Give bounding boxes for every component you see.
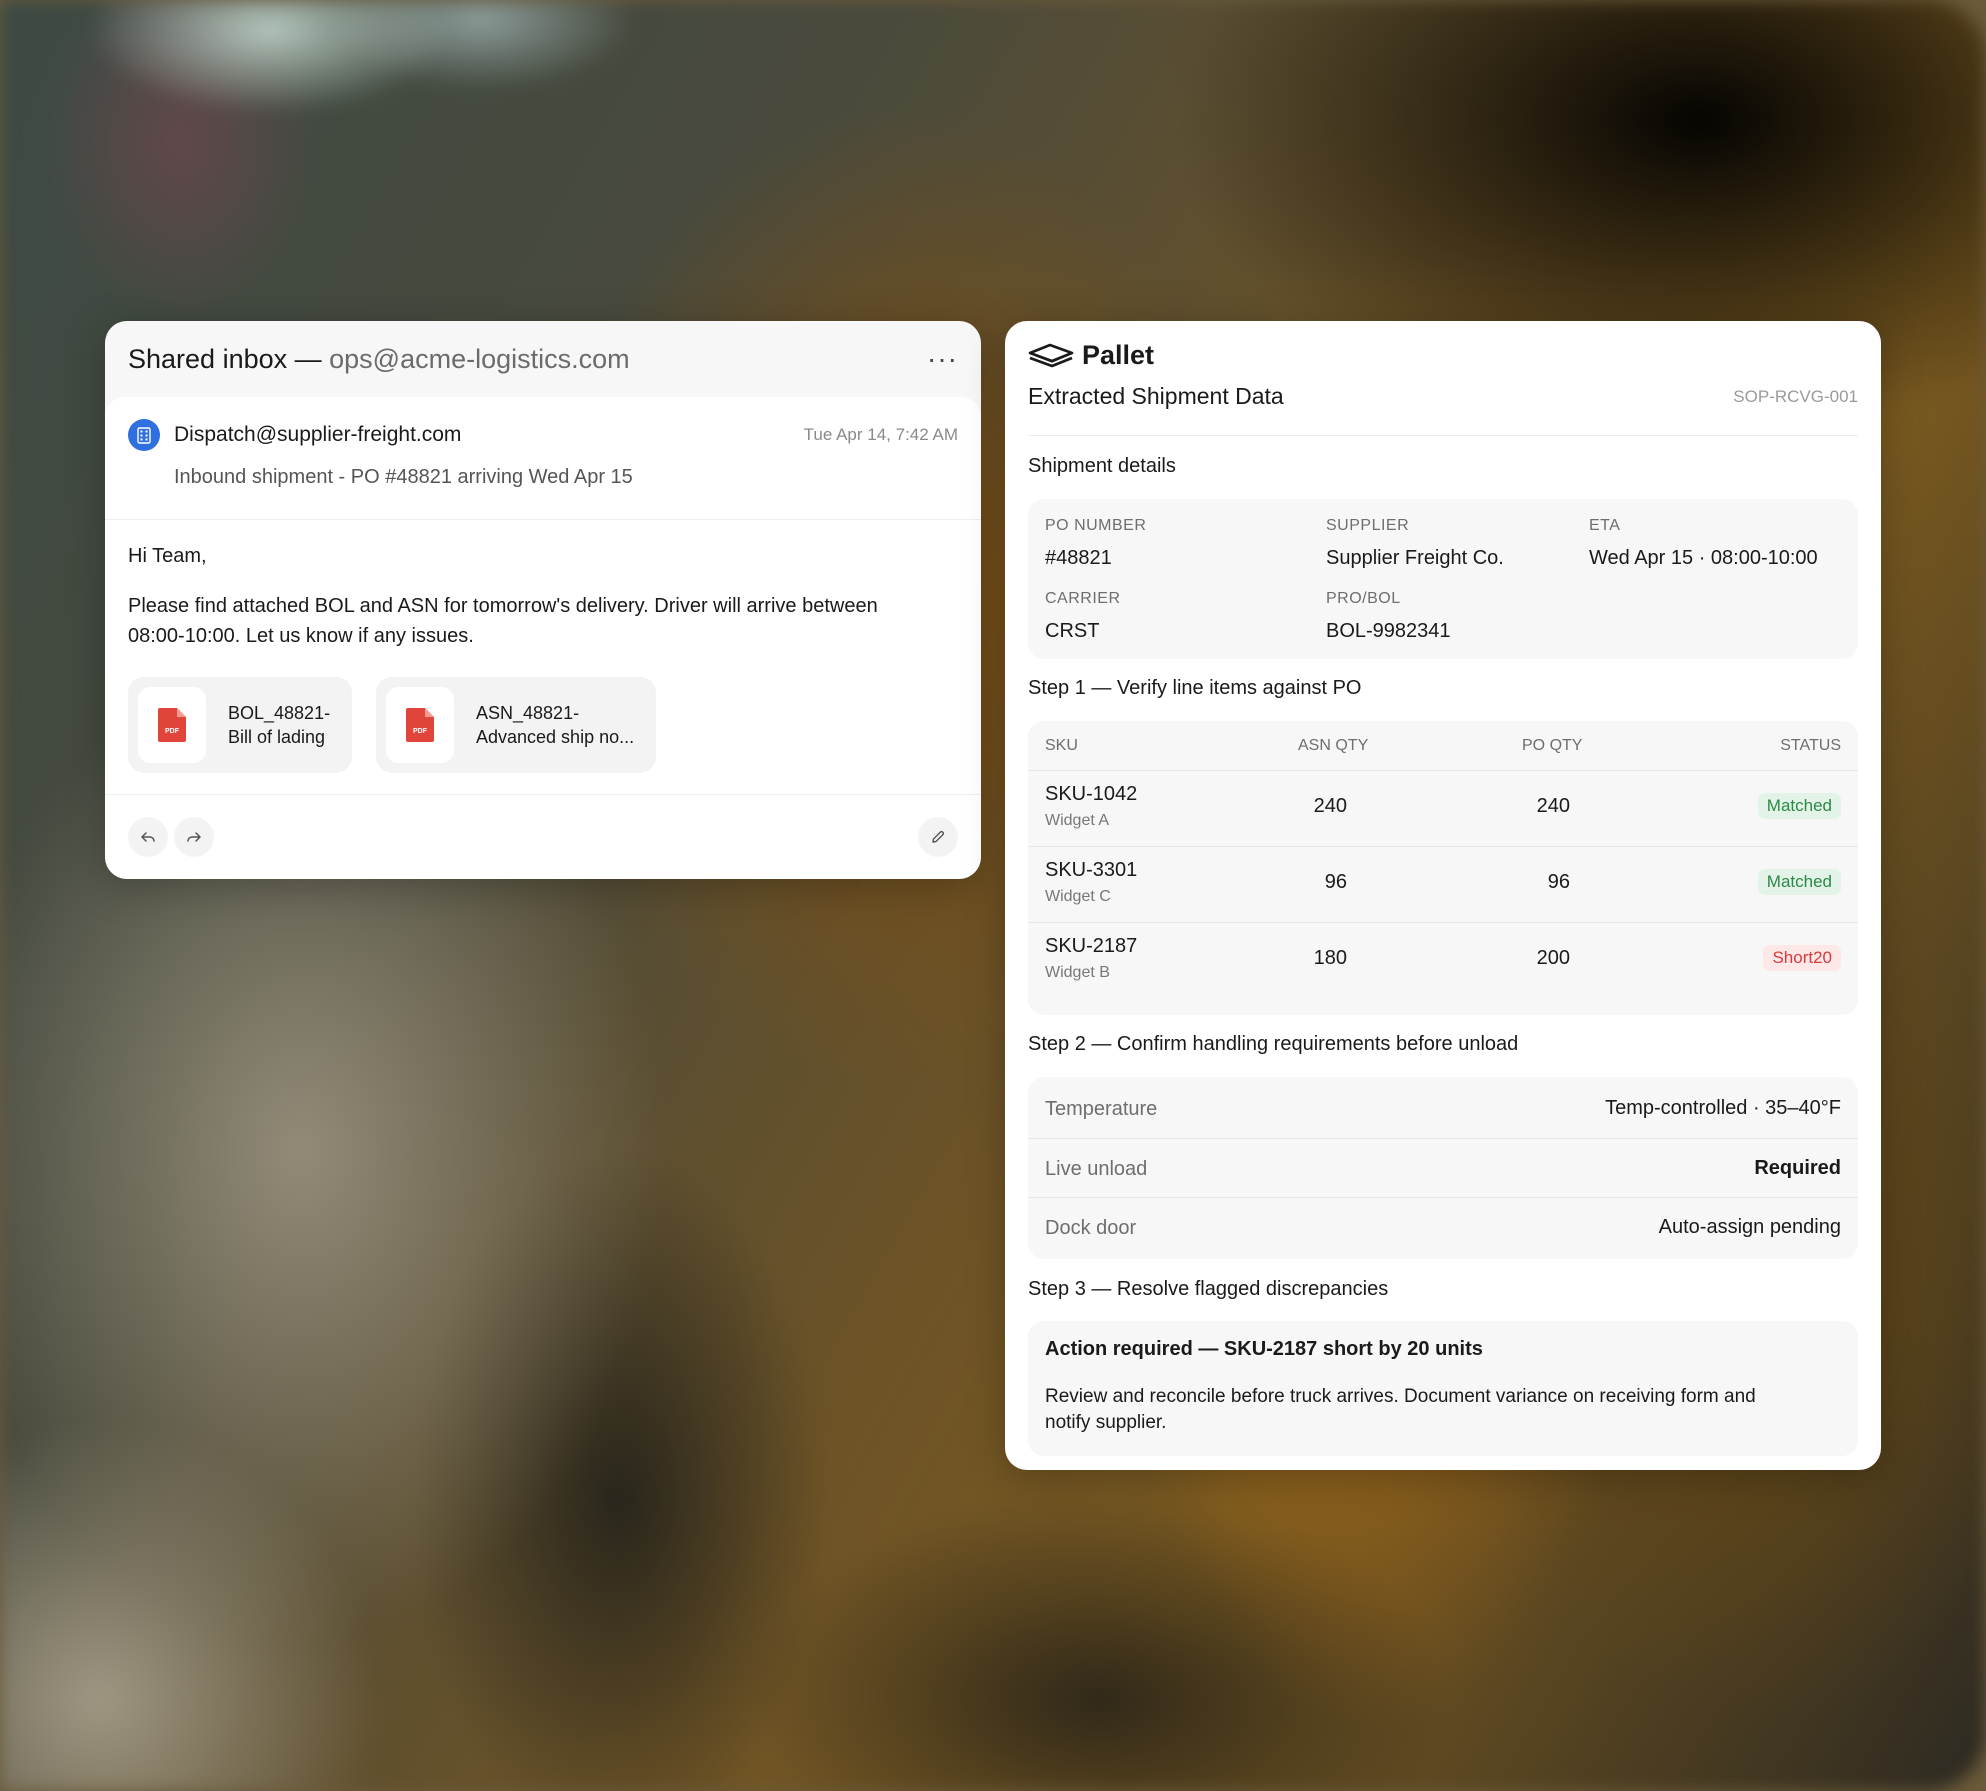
pdf-icon: PDF [386, 687, 454, 763]
pdf-type-label: PDF [165, 728, 180, 735]
sku-name: Widget A [1045, 812, 1110, 829]
reply-icon [141, 832, 155, 842]
live-unload-value: Required [1754, 1157, 1841, 1179]
po-qty: 200 [1536, 947, 1570, 969]
probol-field: PRO/BOL BOL-9982341 [1326, 590, 1451, 643]
table-row: SKU-2187 Widget B 180 200 Short20 [1028, 922, 1858, 998]
email-header: Shared inbox — ops@acme-logistics.com ··… [105, 321, 981, 397]
line-items-table: SKU ASN QTY PO QTY STATUS SKU-1042 Widge… [1028, 721, 1858, 1015]
action-required-box: Action required — SKU-2187 short by 20 u… [1028, 1321, 1858, 1456]
inbox-title-prefix: Shared inbox — [128, 343, 330, 374]
po-qty: 240 [1536, 795, 1570, 817]
probol-label: PRO/BOL [1326, 590, 1401, 607]
forward-icon [187, 832, 201, 842]
supplier-label: SUPPLIER [1326, 517, 1410, 534]
message-greeting: Hi Team, [128, 545, 207, 567]
message-date: Tue Apr 14, 7:42 AM [803, 425, 958, 444]
attachment-name: BOL_48821- Bill of lading [228, 701, 330, 749]
attachment-line1: ASN_48821- [476, 703, 580, 723]
edit-button[interactable] [918, 817, 958, 857]
table-row: SKU-1042 Widget A 240 240 Matched [1028, 770, 1858, 846]
carrier-field: CARRIER CRST [1045, 590, 1121, 643]
asn-qty: 240 [1313, 795, 1347, 817]
more-icon[interactable]: ··· [927, 345, 958, 373]
eta-field: ETA Wed Apr 15 · 08:00-10:00 [1589, 517, 1818, 570]
step1-title: Step 1 — Verify line items against PO [1028, 677, 1362, 699]
attachments: PDF BOL_48821- Bill of lading PDF ASN_48… [128, 677, 656, 773]
email-card: Shared inbox — ops@acme-logistics.com ··… [105, 321, 981, 879]
step2-title: Step 2 — Confirm handling requirements b… [1028, 1033, 1519, 1055]
header-asn-qty: ASN QTY [1298, 737, 1369, 754]
shipment-section-title: Shipment details [1028, 455, 1176, 477]
supplier-field: SUPPLIER Supplier Freight Co. [1326, 517, 1504, 570]
probol-value: BOL-9982341 [1326, 620, 1451, 642]
attachment-line1: BOL_48821- [228, 703, 331, 723]
sku-code: SKU-2187 [1045, 935, 1138, 957]
building-icon [128, 419, 160, 451]
header-status: STATUS [1780, 737, 1841, 754]
step3-title: Step 3 — Resolve flagged discrepancies [1028, 1278, 1389, 1300]
handling-requirements: Temperature Temp-controlled · 35–40°F Li… [1028, 1077, 1858, 1259]
sender-row: Dispatch@supplier-freight.com Tue Apr 14… [128, 419, 958, 451]
sku-code: SKU-1042 [1045, 783, 1138, 805]
status-badge: Short20 [1763, 945, 1841, 971]
message-body: Please find attached BOL and ASN for tom… [128, 595, 878, 647]
inbox-title: Shared inbox — ops@acme-logistics.com [128, 344, 630, 375]
pallet-logo-icon [1028, 343, 1074, 367]
pdf-type-label: PDF [413, 728, 428, 735]
temperature-value: Temp-controlled · 35–40°F [1605, 1097, 1841, 1119]
inbox-address: ops@acme-logistics.com [329, 343, 630, 374]
supplier-value: Supplier Freight Co. [1326, 547, 1504, 569]
temperature-label: Temperature [1045, 1098, 1158, 1120]
sop-code: SOP-RCVG-001 [1733, 387, 1858, 406]
status-badge: Matched [1757, 793, 1841, 819]
status-badge: Matched [1757, 869, 1841, 895]
eta-label: ETA [1589, 517, 1621, 534]
carrier-label: CARRIER [1045, 590, 1121, 607]
attachment-name: ASN_48821- Advanced ship no... [476, 701, 634, 749]
action-title: Action required — SKU-2187 short by 20 u… [1045, 1338, 1483, 1360]
attachment-line2: Advanced ship no... [476, 727, 635, 747]
pdf-icon: PDF [138, 687, 206, 763]
po-label: PO NUMBER [1045, 517, 1147, 534]
handling-row: Live unload Required [1028, 1138, 1858, 1198]
divider [1028, 435, 1858, 436]
dock-door-value: Auto-assign pending [1658, 1216, 1841, 1238]
header-sku: SKU [1045, 737, 1078, 754]
email-message: Dispatch@supplier-freight.com Tue Apr 14… [105, 397, 981, 879]
panel-title: Extracted Shipment Data [1028, 383, 1284, 409]
po-qty: 96 [1547, 871, 1570, 893]
message-subject: Inbound shipment - PO #48821 arriving We… [174, 466, 633, 488]
live-unload-label: Live unload [1045, 1158, 1148, 1180]
dock-door-label: Dock door [1045, 1217, 1137, 1239]
asn-qty: 180 [1313, 947, 1347, 969]
sku-code: SKU-3301 [1045, 859, 1138, 881]
attachment-asn[interactable]: PDF ASN_48821- Advanced ship no... [376, 677, 656, 773]
brand: Pallet [1028, 340, 1154, 371]
attachment-line2: Bill of lading [228, 727, 326, 747]
forward-button[interactable] [174, 817, 214, 857]
divider [105, 519, 981, 520]
carrier-value: CRST [1045, 620, 1100, 642]
po-value: #48821 [1045, 547, 1112, 569]
sku-name: Widget C [1045, 888, 1111, 905]
divider [105, 794, 981, 795]
shipment-details: PO NUMBER #48821 SUPPLIER Supplier Freig… [1028, 499, 1858, 659]
handling-row: Temperature Temp-controlled · 35–40°F [1028, 1079, 1858, 1138]
edit-icon [932, 830, 945, 843]
attachment-bol[interactable]: PDF BOL_48821- Bill of lading [128, 677, 352, 773]
action-text: Review and reconcile before truck arrive… [1045, 1386, 1756, 1433]
reply-button[interactable] [128, 817, 168, 857]
brand-name: Pallet [1082, 340, 1155, 370]
asn-qty: 96 [1324, 871, 1347, 893]
handling-row: Dock door Auto-assign pending [1028, 1197, 1858, 1257]
eta-value: Wed Apr 15 · 08:00-10:00 [1589, 547, 1818, 569]
extraction-panel: Pallet Extracted Shipment Data SOP-RCVG-… [1005, 321, 1881, 1470]
table-row: SKU-3301 Widget C 96 96 Matched [1028, 846, 1858, 922]
sender-email[interactable]: Dispatch@supplier-freight.com [174, 423, 804, 447]
header-po-qty: PO QTY [1522, 737, 1583, 754]
sku-name: Widget B [1045, 964, 1110, 981]
po-field: PO NUMBER #48821 [1045, 517, 1146, 570]
